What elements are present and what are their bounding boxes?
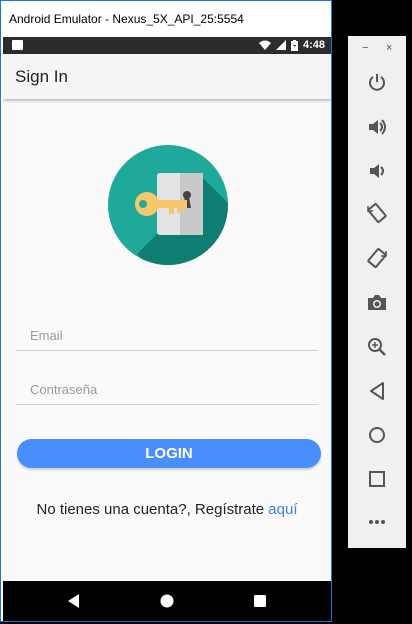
rotate-left-icon — [367, 203, 387, 223]
rotate-right-icon — [367, 248, 387, 268]
password-field[interactable] — [16, 375, 318, 405]
status-icons: 4:48 — [258, 39, 325, 51]
page-title: Sign In — [15, 66, 68, 86]
panel-home-button[interactable] — [362, 420, 392, 450]
minimize-button[interactable]: − — [362, 42, 368, 54]
screenshot-button[interactable] — [362, 287, 392, 317]
home-icon — [160, 594, 174, 608]
rotate-left-button[interactable] — [362, 198, 392, 228]
close-button[interactable]: × — [386, 42, 392, 54]
sd-card-icon — [12, 40, 23, 50]
more-icon — [369, 520, 385, 524]
signal-icon — [275, 40, 286, 50]
zoom-icon — [368, 338, 386, 356]
wifi-icon — [258, 40, 271, 50]
password-input[interactable] — [28, 381, 308, 398]
device-screen: 4:48 Sign In Email LOGIN No tienes una c… — [3, 37, 331, 621]
power-icon — [369, 74, 385, 91]
camera-icon — [368, 295, 386, 310]
register-link[interactable]: aquí — [268, 501, 297, 518]
navigation-bar — [3, 581, 331, 621]
power-button[interactable] — [362, 67, 392, 97]
lock-key-logo-icon — [108, 145, 228, 265]
nav-back-button[interactable] — [50, 581, 98, 621]
nav-overview-button[interactable] — [236, 581, 284, 621]
panel-window-controls: − × — [348, 42, 406, 56]
email-input[interactable] — [28, 327, 308, 344]
email-field[interactable] — [16, 321, 318, 351]
rotate-right-button[interactable] — [362, 243, 392, 273]
volume-up-button[interactable] — [362, 112, 392, 142]
volume-up-icon — [369, 119, 386, 135]
panel-overview-button[interactable] — [362, 464, 392, 494]
register-prompt: No tienes una cuenta?, Regístrate aquí — [3, 501, 331, 518]
status-bar: 4:48 — [3, 37, 331, 54]
overview-icon — [369, 471, 385, 487]
zoom-button[interactable] — [362, 332, 392, 362]
emulator-window: Android Emulator - Nexus_5X_API_25:5554 … — [0, 0, 332, 622]
clock: 4:48 — [302, 39, 325, 51]
app-bar: Sign In — [3, 54, 331, 99]
window-title: Android Emulator - Nexus_5X_API_25:5554 — [1, 1, 331, 36]
back-icon — [370, 382, 384, 400]
home-icon — [369, 427, 385, 443]
volume-down-button[interactable] — [362, 156, 392, 186]
nav-home-button[interactable] — [143, 581, 191, 621]
login-button-label: LOGIN — [145, 445, 193, 462]
volume-down-icon — [370, 164, 384, 178]
overview-icon — [254, 595, 266, 607]
emulator-side-panel: − × — [348, 36, 406, 548]
login-button[interactable]: LOGIN — [17, 439, 321, 468]
more-button[interactable] — [362, 507, 392, 537]
battery-icon — [290, 39, 298, 51]
register-text: No tienes una cuenta?, Regístrate — [36, 501, 269, 518]
back-icon — [68, 594, 79, 608]
panel-back-button[interactable] — [362, 376, 392, 406]
